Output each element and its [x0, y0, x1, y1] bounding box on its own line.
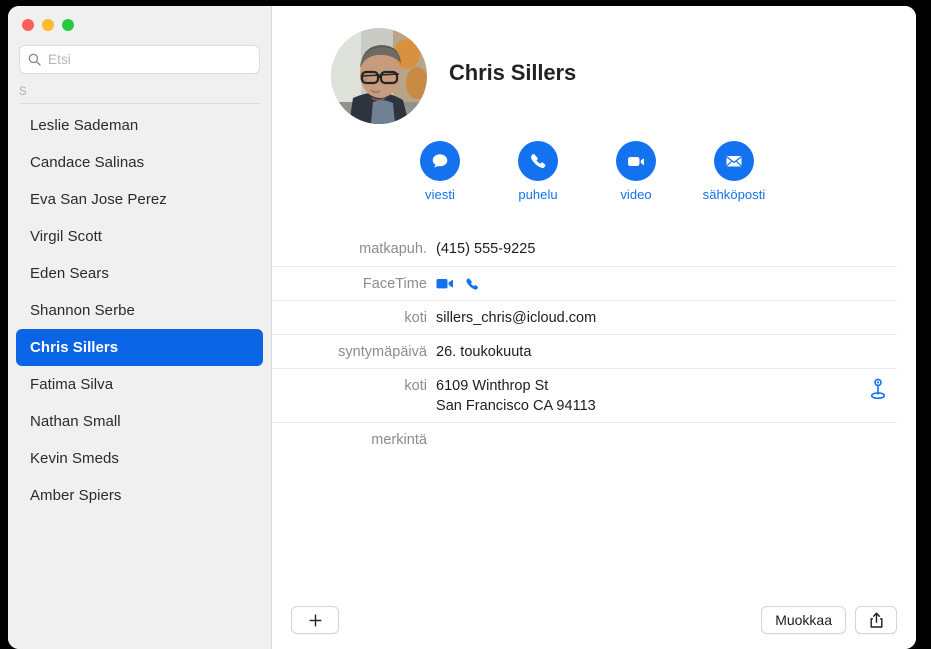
- field-label: merkintä: [272, 430, 436, 450]
- action-message[interactable]: viesti: [391, 141, 489, 202]
- section-header-s: S: [19, 86, 260, 104]
- list-item[interactable]: Nathan Small: [16, 403, 263, 440]
- action-label: puhelu: [518, 187, 557, 202]
- field-label: koti: [272, 376, 436, 396]
- share-icon: [869, 612, 884, 629]
- address-line-1: 6109 Winthrop St: [436, 376, 897, 396]
- bottom-toolbar: Muokkaa: [272, 591, 916, 649]
- add-contact-button[interactable]: [291, 606, 339, 634]
- action-label: video: [620, 187, 651, 202]
- toolbar-actions: Muokkaa: [761, 606, 897, 634]
- field-value-facetime: [436, 274, 897, 294]
- field-row-note: merkintä: [272, 422, 897, 456]
- field-label: FaceTime: [272, 274, 436, 294]
- contact-fields: matkapuh. (415) 555-9225 FaceTime: [272, 232, 916, 456]
- search-field[interactable]: Etsi: [19, 45, 260, 74]
- list-item[interactable]: Kevin Smeds: [16, 440, 263, 477]
- action-label: viesti: [425, 187, 455, 202]
- field-label: matkapuh.: [272, 239, 436, 259]
- field-row-home-address: koti 6109 Winthrop St San Francisco CA 9…: [272, 368, 897, 422]
- search-input-placeholder: Etsi: [48, 52, 71, 67]
- list-item[interactable]: Leslie Sademan: [16, 107, 263, 144]
- address-line-2: San Francisco CA 94113: [436, 396, 897, 416]
- facetime-audio-icon[interactable]: [464, 276, 480, 292]
- plus-icon: [308, 613, 323, 628]
- map-pin-icon[interactable]: [869, 378, 887, 402]
- field-row-birthday: syntymäpäivä 26. toukokuuta: [272, 334, 897, 368]
- action-video[interactable]: video: [587, 141, 685, 202]
- sidebar: Etsi S Leslie Sademan Candace Salinas Ev…: [8, 6, 272, 649]
- action-label: sähköposti: [703, 187, 766, 202]
- window-controls: [8, 6, 271, 40]
- share-button[interactable]: [855, 606, 897, 634]
- field-value-address[interactable]: 6109 Winthrop St San Francisco CA 94113: [436, 376, 897, 416]
- field-value-phone[interactable]: (415) 555-9225: [436, 239, 897, 259]
- action-call[interactable]: puhelu: [489, 141, 587, 202]
- quick-actions: viesti puhelu video: [272, 124, 916, 202]
- field-row-mobile-phone: matkapuh. (415) 555-9225: [272, 232, 897, 266]
- contact-list[interactable]: Leslie Sademan Candace Salinas Eva San J…: [8, 107, 271, 514]
- list-item[interactable]: Eden Sears: [16, 255, 263, 292]
- list-item[interactable]: Virgil Scott: [16, 218, 263, 255]
- list-item[interactable]: Eva San Jose Perez: [16, 181, 263, 218]
- maximize-button[interactable]: [62, 19, 74, 31]
- email-icon: [714, 141, 754, 181]
- field-row-home-email: koti sillers_chris@icloud.com: [272, 300, 897, 334]
- video-icon: [616, 141, 656, 181]
- field-label: syntymäpäivä: [272, 342, 436, 362]
- list-item[interactable]: Fatima Silva: [16, 366, 263, 403]
- close-button[interactable]: [22, 19, 34, 31]
- page-title: Chris Sillers: [449, 60, 576, 92]
- contact-header: Chris Sillers: [272, 6, 916, 124]
- search-icon: [28, 53, 41, 66]
- avatar[interactable]: [331, 28, 427, 124]
- edit-button[interactable]: Muokkaa: [761, 606, 846, 634]
- list-item[interactable]: Shannon Serbe: [16, 292, 263, 329]
- list-item[interactable]: Amber Spiers: [16, 477, 263, 514]
- message-icon: [420, 141, 460, 181]
- list-item[interactable]: Candace Salinas: [16, 144, 263, 181]
- action-email[interactable]: sähköposti: [685, 141, 783, 202]
- minimize-button[interactable]: [42, 19, 54, 31]
- facetime-video-icon[interactable]: [436, 277, 455, 291]
- phone-icon: [518, 141, 558, 181]
- search-container: Etsi: [8, 40, 271, 74]
- field-label: koti: [272, 308, 436, 328]
- field-value-birthday[interactable]: 26. toukokuuta: [436, 342, 897, 362]
- contacts-window: Etsi S Leslie Sademan Candace Salinas Ev…: [8, 6, 916, 649]
- list-item-selected[interactable]: Chris Sillers: [16, 329, 263, 366]
- contact-detail-pane: Chris Sillers viesti puhelu: [272, 6, 916, 649]
- field-value-email[interactable]: sillers_chris@icloud.com: [436, 308, 897, 328]
- field-row-facetime: FaceTime: [272, 266, 897, 300]
